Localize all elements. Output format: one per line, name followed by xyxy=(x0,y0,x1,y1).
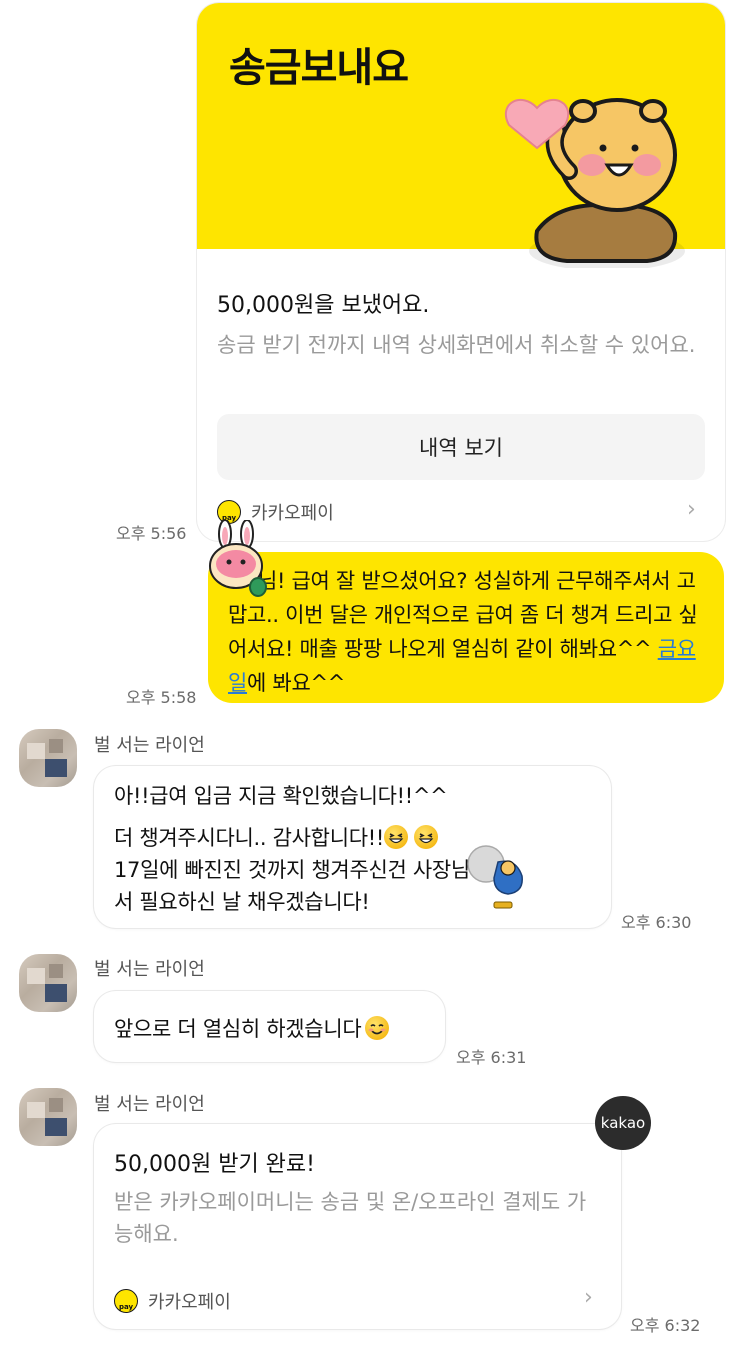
reply-bubble-2: 앞으로 더 열심히 하겠습니다 xyxy=(94,991,445,1062)
reply-bubble-1: 아!!급여 입금 지금 확인했습니다!!^^ 더 챙겨주시다니.. 감사합니다!… xyxy=(94,766,611,928)
grin-emoji xyxy=(383,825,408,849)
reply-1-line-3: 17일에 빠진진 것까지 챙겨주신건 사장님께 xyxy=(114,858,489,882)
reply-1-line-1: 아!!급여 입금 지금 확인했습니다!!^^ xyxy=(114,784,448,808)
send-card-hero: 송금보내요 xyxy=(197,3,725,268)
reply-2-time: 오후 6:31 xyxy=(456,1048,527,1067)
sent-amount-text: 50,000원을 보냈어요. xyxy=(217,293,430,318)
reply-1-line-4: 서 필요하신 날 채우겠습니다! xyxy=(114,890,370,914)
received-amount-text: 50,000원 받기 완료! xyxy=(114,1152,315,1177)
avatar[interactable] xyxy=(19,729,77,787)
my-message-bubble: 님! 급여 잘 받으셨어요? 성실하게 근무해주셔서 고맙고.. 이번 달은 개… xyxy=(208,552,724,703)
sender-name: 벌 서는 라이언 xyxy=(94,1094,205,1115)
reply-2-text: 앞으로 더 열심히 하겠습니다 xyxy=(114,1017,362,1041)
send-money-card[interactable]: 송금보내요 50,000원을 보냈어요. 송금 받기 전까지 내역 상세화면에서… xyxy=(197,3,725,541)
receive-money-card[interactable]: 50,000원 받기 완료! 받은 카카오페이머니는 송금 및 온/오프라인 결… xyxy=(94,1124,621,1329)
ryan-character-illustration xyxy=(504,98,685,268)
smile-emoji xyxy=(365,1016,390,1040)
my-message-time: 오후 5:58 xyxy=(126,688,197,707)
reply-2-line: 앞으로 더 열심히 하겠습니다 xyxy=(114,1013,390,1043)
send-card-title: 송금보내요 xyxy=(229,45,409,91)
sender-name: 벌 서는 라이언 xyxy=(94,735,205,756)
my-message-tail: 에 봐요^^ xyxy=(247,671,346,695)
chevron-right-icon[interactable]: › xyxy=(584,1285,593,1310)
receive-card-time: 오후 6:32 xyxy=(630,1316,701,1335)
reply-1-line-2-text: 더 챙겨주시다니.. 감사합니다!! xyxy=(114,826,384,850)
apeach-emoticon xyxy=(209,520,267,597)
my-message-body: 님! 급여 잘 받으셨어요? 성실하게 근무해주셔서 고맙고.. 이번 달은 개… xyxy=(228,569,698,661)
chevron-right-icon[interactable]: › xyxy=(687,497,696,522)
avatar[interactable] xyxy=(19,954,77,1012)
kakaopay-label: 카카오페이 xyxy=(148,1292,231,1313)
kakao-badge: kakao xyxy=(595,1096,651,1150)
avatar[interactable] xyxy=(19,1088,77,1146)
kakaopay-footer[interactable]: pay 카카오페이 xyxy=(114,1288,231,1314)
receive-card-description: 받은 카카오페이머니는 송금 및 온/오프라인 결제도 가능해요. xyxy=(114,1190,587,1246)
sticker-figure xyxy=(467,845,523,909)
sender-name: 벌 서는 라이언 xyxy=(94,959,205,980)
reply-1-line-2: 더 챙겨주시다니.. 감사합니다!! xyxy=(114,822,438,852)
send-card-time: 오후 5:56 xyxy=(116,524,187,543)
my-message-text: 님! 급여 잘 받으셨어요? 성실하게 근무해주셔서 고맙고.. 이번 달은 개… xyxy=(228,564,713,700)
reply-1-time: 오후 6:30 xyxy=(621,913,692,932)
pay-icon: pay xyxy=(114,1289,138,1313)
grin-emoji xyxy=(413,825,438,849)
view-history-button[interactable]: 내역 보기 xyxy=(217,414,705,480)
send-card-description: 송금 받기 전까지 내역 상세화면에서 취소할 수 있어요. xyxy=(217,333,696,357)
